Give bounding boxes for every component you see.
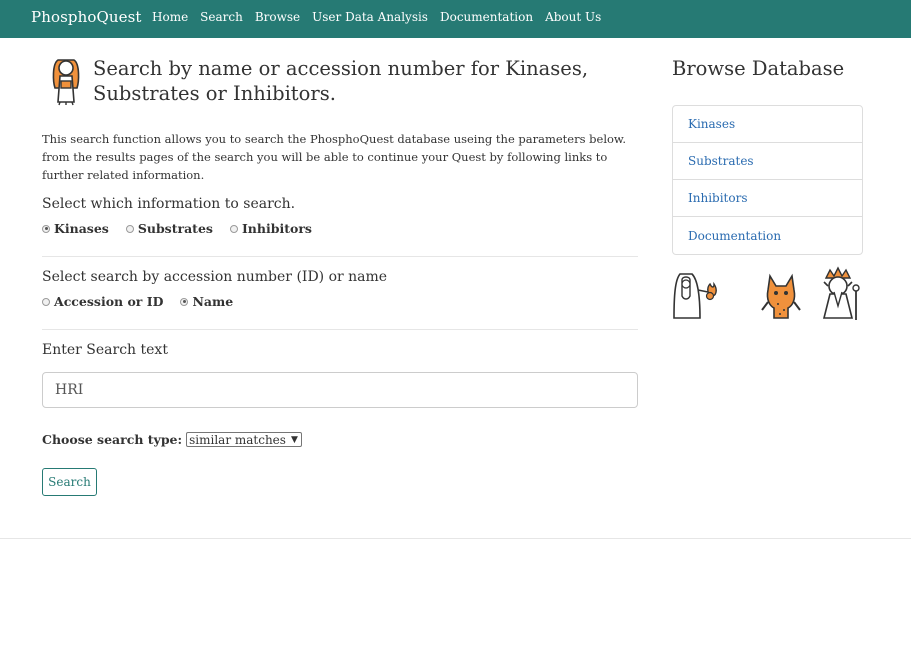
browse-substrates-link[interactable]: Substrates (673, 143, 862, 180)
search-type-select[interactable]: similar matches ▼ (186, 432, 302, 447)
radio-inhibitors-dot[interactable] (229, 224, 238, 233)
sage-icon (822, 266, 860, 320)
radio-substrates[interactable]: Substrates (125, 221, 213, 236)
search-text-label: Enter Search text (42, 342, 168, 358)
search-input-value: HRI (55, 382, 84, 398)
nav-about-us[interactable]: About Us (545, 10, 601, 24)
search-button[interactable]: Search (42, 468, 97, 496)
divider (42, 329, 638, 330)
nav-search[interactable]: Search (200, 10, 243, 24)
divider (42, 256, 638, 257)
quest-girl-icon (52, 59, 80, 106)
quest-characters-icon (673, 266, 860, 320)
radio-kinases-dot[interactable] (42, 224, 50, 233)
search-by-radio-group: Accession or ID Name (42, 294, 250, 309)
browse-documentation-link[interactable]: Documentation (673, 217, 862, 254)
radio-name[interactable]: Name (180, 294, 233, 309)
nav-documentation[interactable]: Documentation (440, 10, 533, 24)
radio-inhibitors[interactable]: Inhibitors (229, 221, 312, 236)
nav-home[interactable]: Home (152, 10, 188, 24)
browse-inhibitors-link[interactable]: Inhibitors (673, 180, 862, 217)
radio-name-dot[interactable] (180, 297, 189, 306)
caret-down-icon: ▼ (290, 434, 298, 445)
top-navbar: PhosphoQuest Home Search Browse User Dat… (0, 0, 911, 38)
nav-browse[interactable]: Browse (255, 10, 300, 24)
search-by-label: Select search by accession number (ID) o… (42, 269, 388, 285)
fox-creature-icon (761, 273, 801, 319)
browse-list: Kinases Substrates Inhibitors Documentat… (672, 105, 863, 255)
search-input[interactable]: HRI (42, 372, 638, 408)
info-radio-group: Kinases Substrates Inhibitors (42, 221, 329, 236)
radio-kinases[interactable]: Kinases (42, 221, 109, 236)
radio-accession-dot[interactable] (42, 297, 50, 306)
nav-user-data-analysis[interactable]: User Data Analysis (312, 10, 428, 24)
wizard-icon (673, 273, 717, 319)
sidebar-title: Browse Database (672, 57, 845, 80)
footer-divider (0, 538, 911, 539)
radio-accession[interactable]: Accession or ID (42, 294, 163, 309)
search-intro: This search function allows you to searc… (42, 132, 627, 182)
search-type-label: Choose search type: (42, 432, 183, 447)
brand-logo[interactable]: PhosphoQuest (31, 8, 142, 26)
info-label: Select which information to search. (42, 196, 296, 212)
nav-links: Home Search Browse User Data Analysis Do… (152, 10, 613, 24)
browse-kinases-link[interactable]: Kinases (673, 106, 862, 143)
page-title: Search by name or accession number for K… (93, 57, 589, 105)
radio-substrates-dot[interactable] (125, 224, 134, 233)
search-type-row: Choose search type: similar matches ▼ (42, 432, 302, 447)
